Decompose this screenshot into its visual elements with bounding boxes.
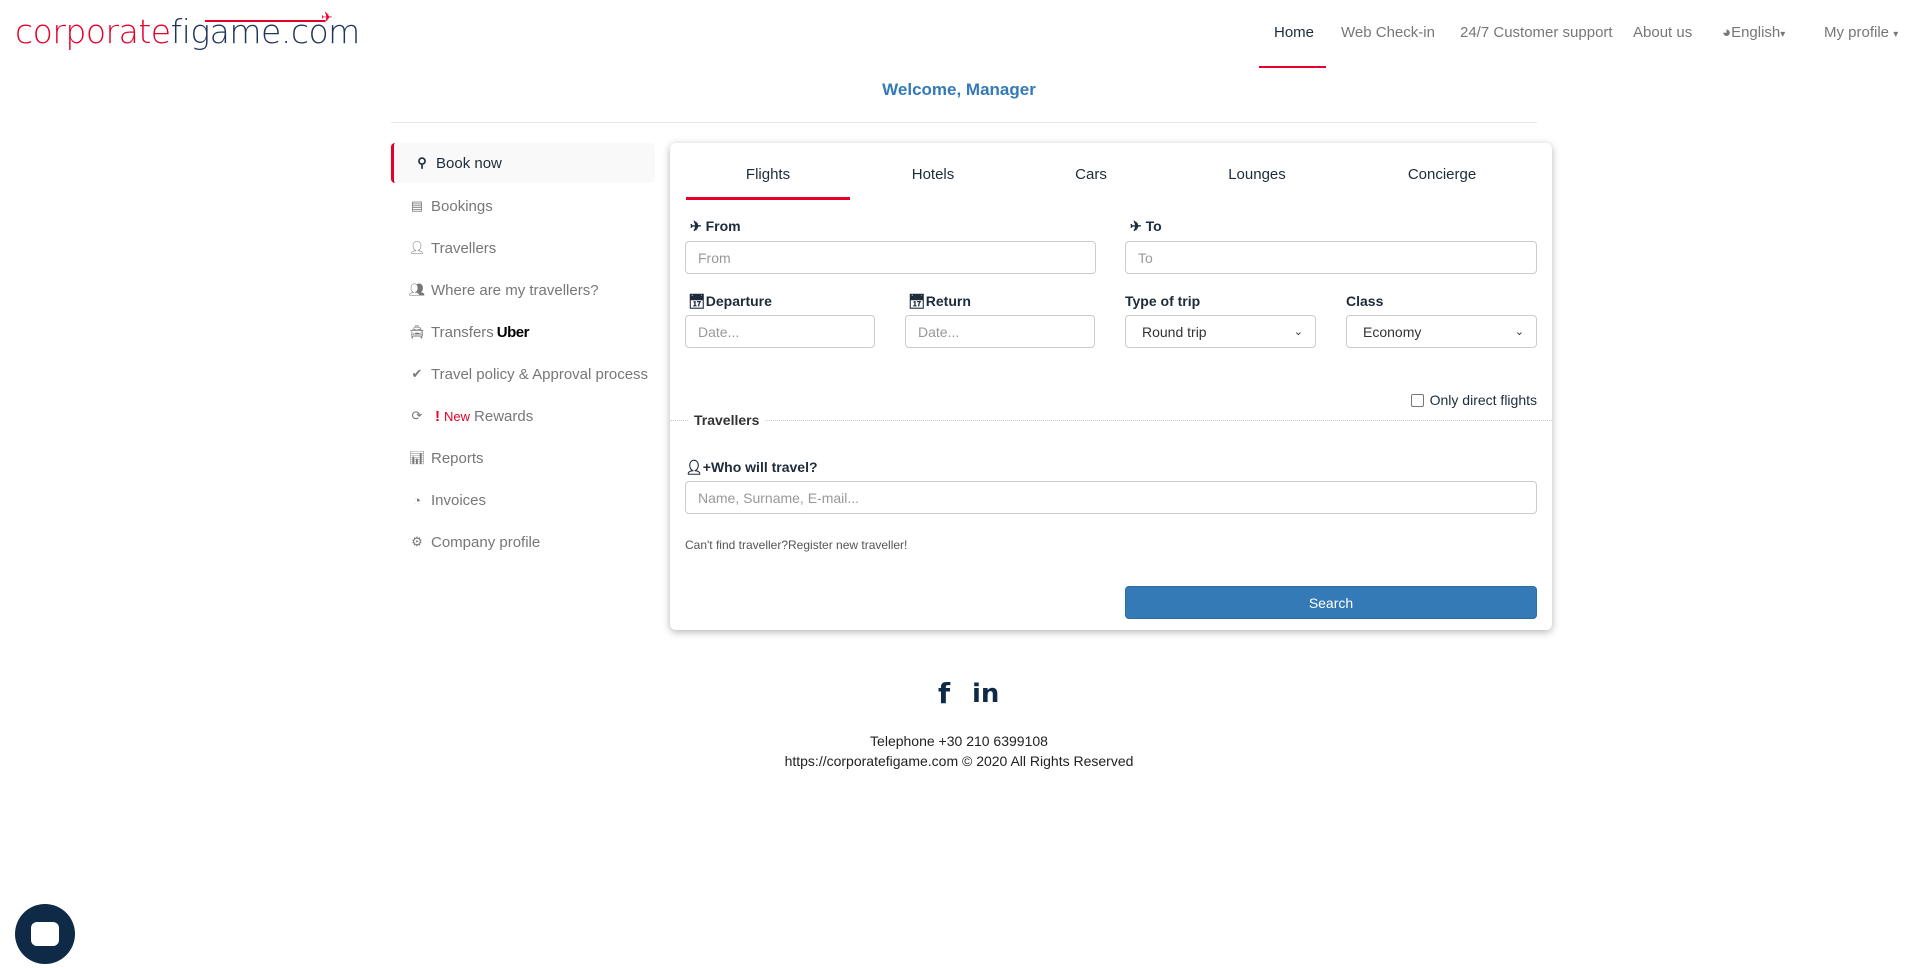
sidebar-item-rewards[interactable]: ⟳! New Rewards — [391, 395, 655, 437]
list-icon: ▤ — [410, 198, 424, 213]
welcome-heading: Welcome, Manager — [882, 80, 1036, 99]
sidebar-item-travellers[interactable]: 👤︎ Travellers — [391, 227, 655, 269]
refresh-icon: ⟳ — [411, 408, 423, 423]
travellers-legend: Travellers — [688, 412, 766, 428]
nav-about-us[interactable]: About us — [1633, 24, 1692, 41]
divider — [391, 122, 1537, 123]
chat-button[interactable] — [15, 904, 75, 964]
footer-copyright: https://corporatefigame.com © 2020 All R… — [784, 753, 1134, 769]
gear-icon: ⚙ — [411, 534, 423, 549]
check-icon: ✔ — [411, 366, 423, 381]
sidebar-item-travel-policy[interactable]: ✔ Travel policy & Approval process — [391, 353, 655, 395]
sidebar-item-bookings[interactable]: ▤ Bookings — [391, 185, 655, 227]
sidebar: ⚲ Book now ▤ Bookings 👤︎ Travellers 👥︎ Where… — [391, 143, 655, 563]
sidebar-item-transfers[interactable]: 🚖︎ Transfers Uber — [391, 311, 655, 353]
class-select[interactable]: Economy ⌄ — [1346, 315, 1537, 348]
chevron-down-icon: ⌄ — [1293, 326, 1303, 338]
nav-language[interactable]: ◕English▾ — [1722, 24, 1785, 41]
plane-arrival-icon: ✈ — [1130, 218, 1142, 234]
sidebar-item-book-now[interactable]: ⚲ Book now — [391, 143, 655, 183]
departure-date-input[interactable]: Date... — [685, 315, 875, 348]
register-traveller-link[interactable]: Can't find traveller?Register new travel… — [685, 538, 907, 552]
sidebar-item-reports[interactable]: 📊︎ Reports — [391, 437, 655, 479]
sidebar-item-company-profile[interactable]: ⚙ Company profile — [391, 521, 655, 563]
search-button[interactable]: Search — [1125, 586, 1537, 619]
nav-my-profile[interactable]: My profile ▾ — [1824, 24, 1898, 41]
trip-type-select[interactable]: Round trip ⌄ — [1125, 315, 1316, 348]
active-nav-indicator — [1259, 66, 1326, 68]
pie-chart-icon: ◔ — [413, 492, 421, 508]
from-input[interactable]: From — [685, 241, 1096, 274]
facebook-icon[interactable]: f — [938, 677, 950, 710]
uber-logo: Uber — [496, 323, 530, 341]
plane-departure-icon: ✈ — [690, 218, 702, 234]
section-divider — [670, 420, 1552, 421]
plane-icon: ✈ — [321, 10, 333, 26]
search-icon: ⚲ — [417, 155, 427, 170]
calendar-icon: 📅︎ — [688, 293, 706, 309]
tab-hotels[interactable]: Hotels — [893, 166, 973, 183]
nav-customer-support[interactable]: 24/7 Customer support — [1460, 24, 1613, 41]
tab-lounges[interactable]: Lounges — [1207, 166, 1307, 183]
user-icon: 👤︎ — [408, 240, 426, 255]
nav-web-checkin[interactable]: Web Check-in — [1341, 24, 1435, 41]
tab-concierge[interactable]: Concierge — [1392, 166, 1492, 183]
direct-flights-checkbox[interactable] — [1410, 393, 1424, 407]
tab-flights[interactable]: Flights — [686, 166, 850, 183]
calendar-icon: 📅︎ — [908, 293, 926, 309]
taxi-icon: 🚖︎ — [408, 324, 426, 339]
sidebar-item-invoices[interactable]: ◔ Invoices — [391, 479, 655, 521]
users-icon: 👥︎ — [408, 282, 426, 297]
return-date-input[interactable]: Date... — [905, 315, 1095, 348]
chevron-down-icon: ⌄ — [1514, 326, 1524, 338]
tab-cars[interactable]: Cars — [1051, 166, 1131, 183]
direct-flights-option[interactable]: Only direct flights — [1410, 392, 1537, 408]
footer-telephone: Telephone +30 210 6399108 — [870, 733, 1048, 749]
booking-card: Flights Hotels Cars Lounges Concierge ✈ … — [670, 143, 1552, 630]
user-plus-icon: 👤︎+ — [685, 459, 711, 475]
sidebar-item-where-are-my-travellers[interactable]: 👥︎ Where are my travellers? — [391, 269, 655, 311]
to-input[interactable]: To — [1125, 241, 1537, 274]
traveller-search-input[interactable]: Name, Surname, E-mail... — [685, 481, 1537, 514]
globe-icon: ◕ — [1722, 24, 1732, 41]
active-tab-indicator — [686, 197, 850, 200]
chat-bubble-icon — [31, 922, 59, 946]
linkedin-icon[interactable]: in — [972, 679, 999, 709]
exclamation-icon: ! — [435, 407, 440, 425]
caret-down-icon: ▾ — [1893, 29, 1899, 40]
bar-chart-icon: 📊︎ — [408, 450, 426, 465]
logo[interactable]: ✈ corporatefigame.com — [15, 10, 360, 51]
nav-home[interactable]: Home — [1274, 24, 1314, 41]
caret-down-icon: ▾ — [1780, 29, 1786, 40]
